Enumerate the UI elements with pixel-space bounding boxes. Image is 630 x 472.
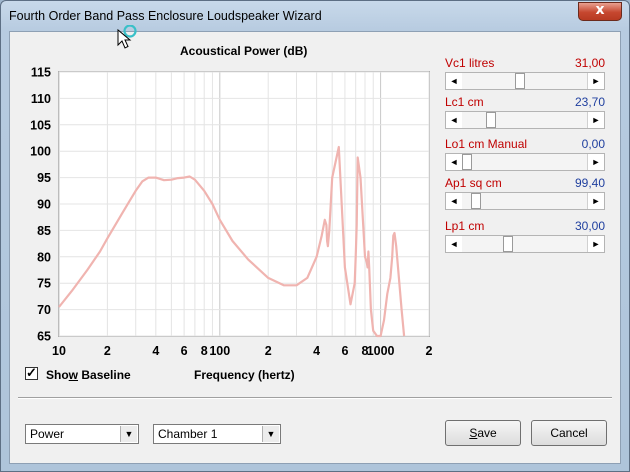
slider-label: Lc1 cm bbox=[445, 95, 484, 109]
y-tick-label: 75 bbox=[37, 277, 51, 291]
x-tick-label: 4 bbox=[313, 344, 320, 358]
slider-thumb[interactable] bbox=[471, 193, 481, 209]
x-tick-label: 10 bbox=[52, 344, 66, 358]
x-axis-label: Frequency (hertz) bbox=[194, 368, 295, 382]
slider-track[interactable] bbox=[462, 112, 588, 128]
x-tick-label: 100 bbox=[209, 344, 230, 358]
scroll-left-icon[interactable]: ◄ bbox=[446, 236, 463, 252]
scroll-right-icon[interactable]: ► bbox=[587, 73, 604, 89]
slider-thumb[interactable] bbox=[503, 236, 513, 252]
check-icon: ✓ bbox=[26, 365, 37, 380]
scroll-left-icon[interactable]: ◄ bbox=[446, 154, 463, 170]
y-tick-label: 80 bbox=[37, 250, 51, 264]
busy-cursor-icon bbox=[117, 25, 137, 49]
x-tick-label: 2 bbox=[265, 344, 272, 358]
y-tick-label: 115 bbox=[31, 66, 51, 80]
y-tick-label: 110 bbox=[31, 92, 51, 106]
slider-scrollbar[interactable]: ◄ ► bbox=[445, 153, 605, 171]
y-tick-label: 85 bbox=[37, 224, 51, 238]
slider-value: 30,00 bbox=[574, 219, 605, 233]
y-tick-label: 105 bbox=[30, 118, 51, 132]
y-tick-label: 70 bbox=[37, 303, 51, 317]
slider-scrollbar[interactable]: ◄ ► bbox=[445, 192, 605, 210]
show-baseline-checkbox[interactable]: ✓ bbox=[25, 365, 38, 380]
scroll-left-icon[interactable]: ◄ bbox=[446, 73, 463, 89]
scroll-left-icon[interactable]: ◄ bbox=[446, 112, 463, 128]
slider-thumb[interactable] bbox=[486, 112, 496, 128]
slider-track[interactable] bbox=[462, 236, 588, 252]
mode-select-value: Power bbox=[30, 427, 65, 441]
y-tick-label: 65 bbox=[37, 330, 51, 344]
response-curve bbox=[58, 145, 406, 338]
cancel-button[interactable]: Cancel bbox=[531, 420, 607, 446]
slider-thumb[interactable] bbox=[462, 154, 472, 170]
slider-value: 0,00 bbox=[581, 137, 605, 151]
slider-label: Ap1 sq cm bbox=[445, 176, 502, 190]
x-tick-label: 1000 bbox=[367, 344, 395, 358]
slider-scrollbar[interactable]: ◄ ► bbox=[445, 72, 605, 90]
slider-label: Lo1 cm Manual bbox=[445, 137, 528, 151]
slider-value: 31,00 bbox=[574, 56, 605, 70]
separator bbox=[18, 397, 612, 399]
slider-label: Vc1 litres bbox=[445, 56, 495, 70]
x-tick-label: 2 bbox=[426, 344, 433, 358]
chamber-select-value: Chamber 1 bbox=[158, 427, 218, 441]
slider-thumb[interactable] bbox=[515, 73, 525, 89]
scroll-right-icon[interactable]: ► bbox=[587, 112, 604, 128]
show-baseline-label[interactable]: Show Baseline bbox=[46, 368, 131, 382]
y-tick-label: 90 bbox=[37, 198, 51, 212]
slider-track[interactable] bbox=[462, 193, 588, 209]
x-tick-label: 6 bbox=[181, 344, 188, 358]
y-tick-label: 95 bbox=[37, 171, 51, 185]
x-tick-label: 6 bbox=[341, 344, 348, 358]
slider-track[interactable] bbox=[462, 73, 588, 89]
chevron-down-icon: ▼ bbox=[262, 426, 279, 442]
scroll-left-icon[interactable]: ◄ bbox=[446, 193, 463, 209]
slider-value: 99,40 bbox=[574, 176, 605, 190]
chevron-down-icon: ▼ bbox=[120, 426, 137, 442]
slider-label: Lp1 cm bbox=[445, 219, 485, 233]
y-tick-label: 100 bbox=[30, 145, 51, 159]
slider-scrollbar[interactable]: ◄ ► bbox=[445, 111, 605, 129]
x-tick-label: 8 bbox=[201, 344, 208, 358]
scroll-right-icon[interactable]: ► bbox=[587, 236, 604, 252]
chamber-select[interactable]: Chamber 1 ▼ bbox=[153, 424, 281, 444]
mode-select[interactable]: Power ▼ bbox=[25, 424, 139, 444]
save-button[interactable]: Save bbox=[445, 420, 521, 446]
slider-track[interactable] bbox=[462, 154, 588, 170]
x-tick-label: 4 bbox=[152, 344, 159, 358]
x-tick-label: 2 bbox=[104, 344, 111, 358]
slider-scrollbar[interactable]: ◄ ► bbox=[445, 235, 605, 253]
scroll-right-icon[interactable]: ► bbox=[587, 154, 604, 170]
scroll-right-icon[interactable]: ► bbox=[587, 193, 604, 209]
slider-value: 23,70 bbox=[574, 95, 605, 109]
